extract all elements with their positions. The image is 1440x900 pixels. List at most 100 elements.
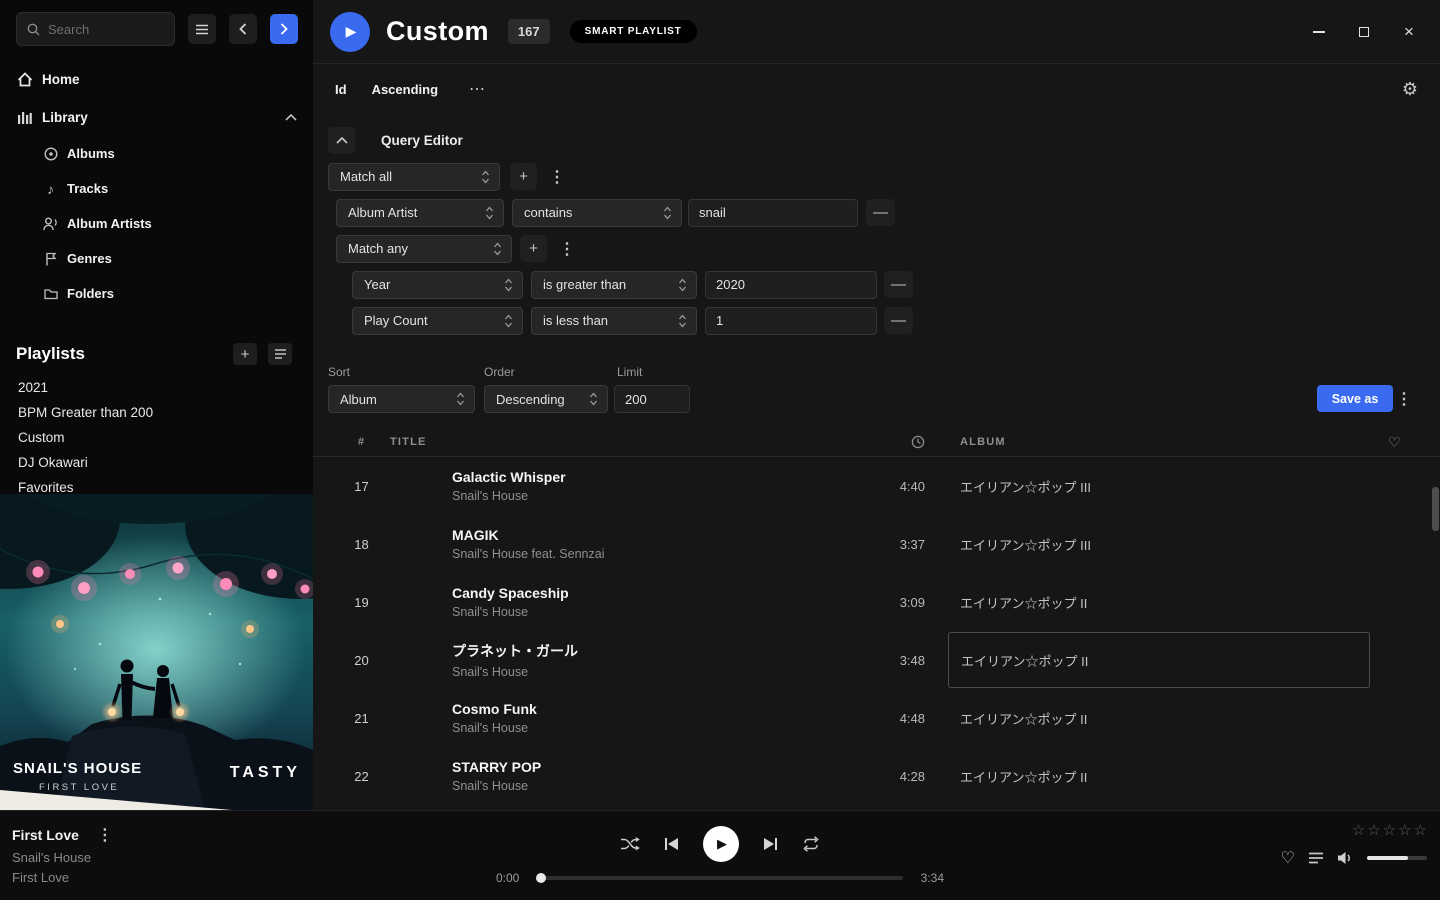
scrollbar-thumb[interactable] <box>1432 487 1439 531</box>
rule-operator-select[interactable]: is less than <box>531 307 697 335</box>
chevron-right-icon <box>280 23 288 35</box>
table-row[interactable]: 18 MAGIK Snail's House feat. Sennzai 3:3… <box>313 515 1440 573</box>
table-header: # TITLE ALBUM ♡ <box>313 428 1440 457</box>
sidebar-item-album-artists[interactable]: Album Artists <box>0 206 313 241</box>
sidebar-item-tracks[interactable]: ♪ Tracks <box>0 171 313 206</box>
remove-rule-button[interactable]: — <box>866 199 895 226</box>
star-icon[interactable]: ☆ <box>1383 821 1396 839</box>
playlist-item[interactable]: DJ Okawari <box>0 450 313 475</box>
save-as-button[interactable]: Save as <box>1317 385 1393 412</box>
skip-next-icon <box>763 837 778 851</box>
star-icon[interactable]: ☆ <box>1352 821 1365 839</box>
volume-button[interactable] <box>1337 851 1354 865</box>
match-mode-select[interactable]: Match all <box>328 163 500 191</box>
rule-value-input[interactable] <box>705 307 877 335</box>
search-icon <box>27 23 40 36</box>
query-menu-button[interactable]: ⋮ <box>1392 389 1416 409</box>
sort-field-button[interactable]: Id <box>335 82 347 97</box>
play-playlist-button[interactable]: ▶ <box>330 12 370 52</box>
star-icon[interactable]: ☆ <box>1367 821 1380 839</box>
star-icon[interactable]: ☆ <box>1398 821 1411 839</box>
player-bar: First Love ⋮ Snail's House First Love ▶ … <box>0 810 1440 900</box>
previous-track-button[interactable] <box>664 837 679 851</box>
maximize-button[interactable] <box>1355 23 1373 41</box>
collapse-query-editor-button[interactable] <box>328 127 355 154</box>
table-row[interactable]: 17 Galactic Whisper Snail's House 4:40 エ… <box>313 457 1440 515</box>
sidebar-item-folders[interactable]: Folders <box>0 276 313 311</box>
table-row[interactable]: 21 Cosmo Funk Snail's House 4:48 エイリアン☆ポ… <box>313 689 1440 747</box>
search-box[interactable] <box>16 12 175 46</box>
playlist-item[interactable]: BPM Greater than 200 <box>0 400 313 425</box>
sidebar-item-label: Home <box>42 72 80 87</box>
query-editor-title: Query Editor <box>381 133 463 148</box>
playlist-item[interactable]: 2021 <box>0 375 313 400</box>
rule-operator-select[interactable]: is greater than <box>531 271 697 299</box>
remove-rule-button[interactable]: — <box>884 307 913 334</box>
chevron-up-icon[interactable] <box>285 114 297 121</box>
sidebar-toolbar <box>0 0 313 58</box>
now-playing-menu-button[interactable]: ⋮ <box>93 825 117 845</box>
sort-direction-button[interactable]: Ascending <box>372 82 438 97</box>
now-playing-album: First Love <box>12 870 117 885</box>
queue-button[interactable] <box>1308 852 1324 864</box>
rule-value-input[interactable] <box>688 199 858 227</box>
music-note-icon: ♪ <box>42 181 59 197</box>
window-controls: × <box>1310 23 1426 41</box>
table-row[interactable]: 19 Candy Spaceship Snail's House 3:09 エイ… <box>313 573 1440 631</box>
add-nested-rule-button[interactable]: + <box>520 235 547 262</box>
sidebar-item-albums[interactable]: Albums <box>0 136 313 171</box>
rule-field-select[interactable]: Year <box>352 271 523 299</box>
rule-field-select[interactable]: Play Count <box>352 307 523 335</box>
search-input[interactable] <box>48 22 158 37</box>
sidebar-item-home[interactable]: Home <box>0 60 313 98</box>
query-sort-select[interactable]: Album <box>328 385 475 413</box>
select-arrows-icon <box>485 206 494 220</box>
shuffle-button[interactable] <box>620 836 640 852</box>
track-title: Cosmo Funk <box>452 701 855 717</box>
sidebar-item-library[interactable]: Library <box>0 98 313 136</box>
remove-rule-button[interactable]: — <box>884 271 913 298</box>
add-playlist-button[interactable]: + <box>233 343 257 365</box>
favorite-column-heart-icon: ♡ <box>1370 434 1420 451</box>
track-duration: 3:37 <box>855 537 925 552</box>
favorite-heart-button[interactable]: ♡ <box>1281 848 1295 868</box>
player-right-controls: ☆ ☆ ☆ ☆ ☆ ♡ <box>1281 821 1427 868</box>
seek-slider[interactable] <box>537 876 903 880</box>
track-duration: 4:48 <box>855 711 925 726</box>
nested-group-menu-button[interactable]: ⋮ <box>555 239 579 259</box>
sidebar-item-label: Folders <box>67 286 114 301</box>
next-track-button[interactable] <box>763 837 778 851</box>
menu-button[interactable] <box>188 14 216 44</box>
table-row[interactable]: 20 プラネット・ガール Snail's House 3:48 エイリアン☆ポッ… <box>313 631 1440 689</box>
volume-slider[interactable] <box>1367 856 1427 860</box>
track-album-focused-cell[interactable]: エイリアン☆ポップ II <box>948 632 1370 688</box>
seek-handle[interactable] <box>536 873 546 883</box>
close-button[interactable]: × <box>1400 23 1418 41</box>
query-order-select[interactable]: Descending <box>484 385 608 413</box>
nested-match-mode-select[interactable]: Match any <box>336 235 512 263</box>
rule-value-input[interactable] <box>705 271 877 299</box>
sidebar: Home Library Albums ♪ <box>0 0 313 810</box>
track-duration: 4:40 <box>855 479 925 494</box>
playlist-item[interactable]: Custom <box>0 425 313 450</box>
add-rule-button[interactable]: + <box>510 163 537 190</box>
rule-operator-select[interactable]: contains <box>512 199 682 227</box>
settings-gear-icon[interactable]: ⚙ <box>1402 79 1418 100</box>
query-sort-controls: Album Descending Save as ⋮ <box>328 385 1440 412</box>
table-row[interactable]: 22 STARRY POP Snail's House 4:28 エイリアン☆ポ… <box>313 747 1440 805</box>
rule-field-select[interactable]: Album Artist <box>336 199 504 227</box>
rule-group-menu-button[interactable]: ⋮ <box>545 167 569 187</box>
query-limit-input[interactable] <box>614 385 690 413</box>
star-icon[interactable]: ☆ <box>1414 821 1427 839</box>
select-arrows-icon <box>663 206 672 220</box>
back-button[interactable] <box>229 14 257 44</box>
rating-stars[interactable]: ☆ ☆ ☆ ☆ ☆ <box>1352 821 1427 839</box>
play-pause-button[interactable]: ▶ <box>703 826 739 862</box>
more-options-button[interactable]: ⋯ <box>469 79 486 99</box>
minimize-button[interactable] <box>1310 23 1328 41</box>
main-panel: ▶ Custom 167 SMART PLAYLIST × Id Ascendi… <box>313 0 1440 810</box>
repeat-button[interactable] <box>802 836 820 852</box>
sidebar-item-genres[interactable]: Genres <box>0 241 313 276</box>
playlist-list-button[interactable] <box>268 343 292 365</box>
forward-button[interactable] <box>270 14 298 44</box>
